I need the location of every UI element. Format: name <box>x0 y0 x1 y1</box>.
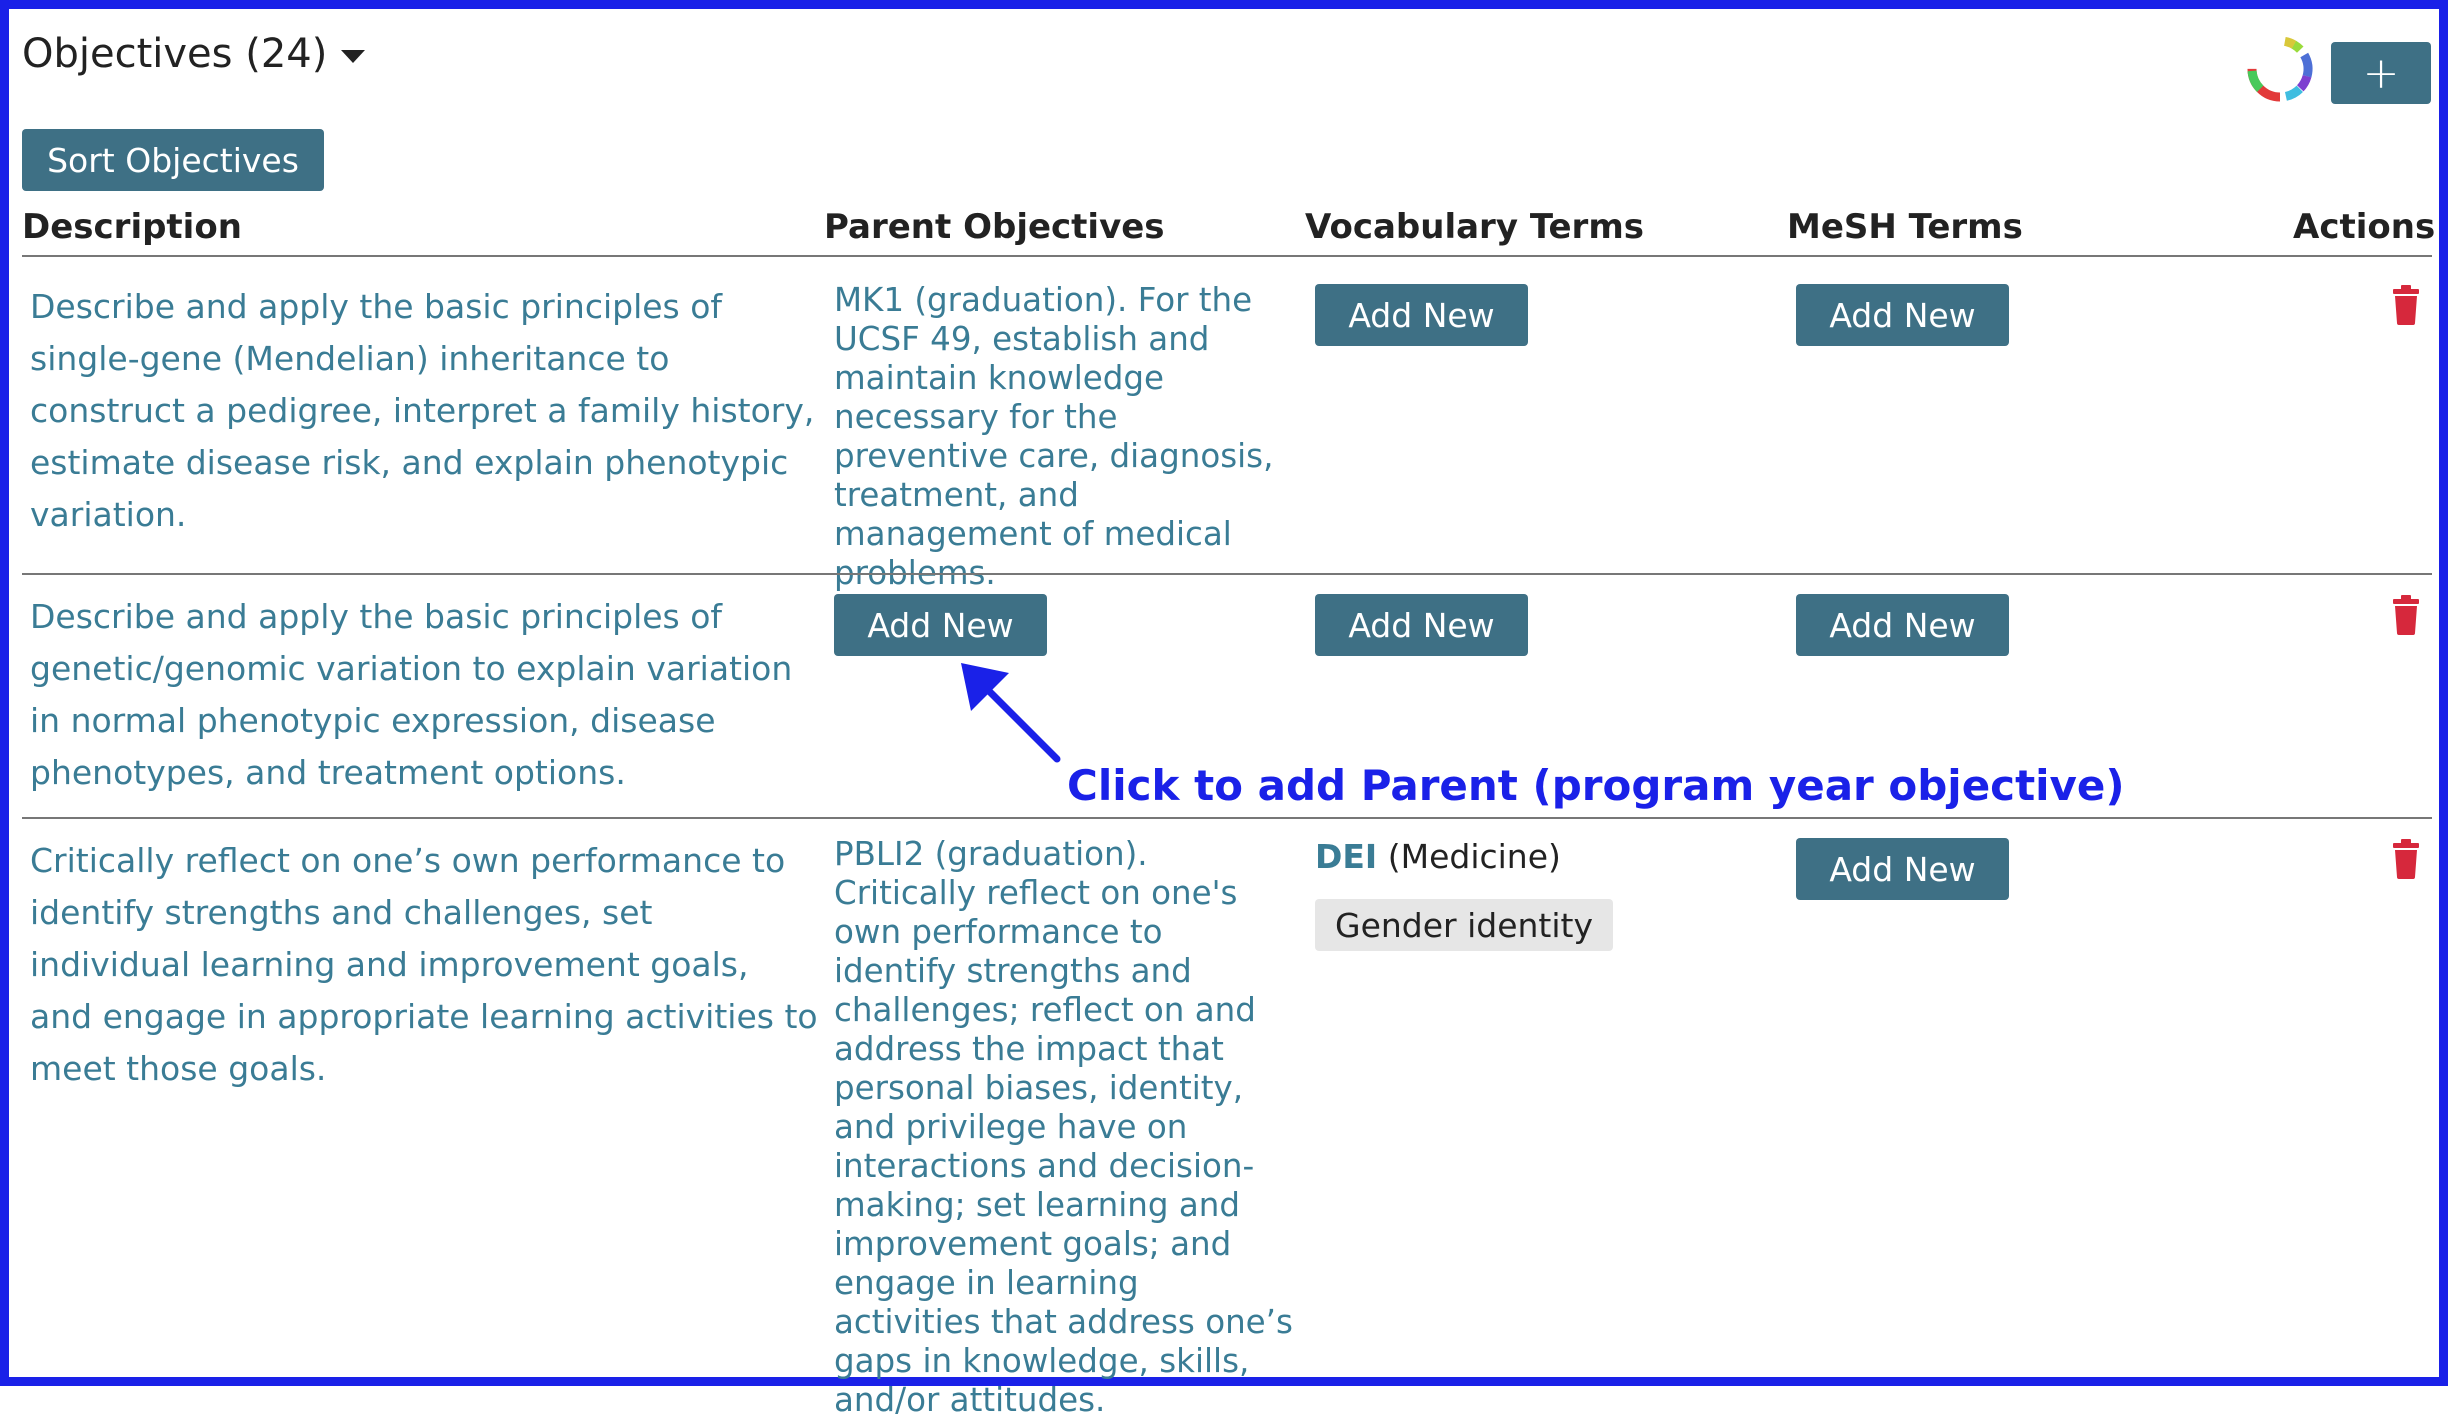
objectives-title: Objectives (24) <box>22 31 328 77</box>
trash-icon[interactable] <box>2391 595 2421 635</box>
trash-icon[interactable] <box>2391 285 2421 325</box>
screenshot-frame: Objectives (24) + Sort Objectives Descri… <box>0 0 2448 1419</box>
objectives-header[interactable]: Objectives (24) <box>22 31 366 77</box>
add-mesh-term-button[interactable]: Add New <box>1796 594 2009 656</box>
vocabulary-term-line: DEI (Medicine) <box>1315 837 1561 876</box>
objective-description[interactable]: Critically reflect on one’s own performa… <box>30 835 820 1095</box>
donut-progress-icon <box>2247 36 2313 102</box>
column-header-mesh-terms: MeSH Terms <box>1787 207 2023 247</box>
column-header-actions: Actions <box>2293 207 2436 247</box>
add-vocabulary-term-button[interactable]: Add New <box>1315 594 1528 656</box>
annotation-arrow-icon <box>961 663 1061 763</box>
vocabulary-term-pill[interactable]: Gender identity <box>1315 899 1614 951</box>
row-divider <box>22 817 2432 819</box>
add-mesh-term-button[interactable]: Add New <box>1796 284 2009 346</box>
sort-objectives-button[interactable]: Sort Objectives <box>22 129 324 191</box>
header-divider <box>22 255 2432 257</box>
objective-description[interactable]: Describe and apply the basic principles … <box>30 281 820 541</box>
vocabulary-code-link[interactable]: DEI <box>1315 837 1377 876</box>
column-header-description: Description <box>22 207 242 247</box>
add-parent-objective-button[interactable]: Add New <box>834 594 1047 656</box>
annotation-callout: Click to add Parent (program year object… <box>1067 761 2125 810</box>
row-divider <box>22 573 2432 575</box>
objective-description[interactable]: Describe and apply the basic principles … <box>30 591 820 799</box>
caret-down-icon[interactable] <box>341 49 366 63</box>
column-header-vocabulary-terms: Vocabulary Terms <box>1305 207 1644 247</box>
add-vocabulary-term-button[interactable]: Add New <box>1315 284 1528 346</box>
trash-icon[interactable] <box>2391 839 2421 879</box>
parent-objective-link[interactable]: PBLI2 (graduation). Critically reflect o… <box>834 835 1294 1420</box>
vocabulary-name: (Medicine) <box>1387 837 1561 876</box>
add-mesh-term-button[interactable]: Add New <box>1796 838 2009 900</box>
parent-objective-link[interactable]: MK1 (graduation). For the UCSF 49, estab… <box>834 281 1294 593</box>
column-header-parent-objectives: Parent Objectives <box>824 207 1165 247</box>
add-objective-button[interactable]: + <box>2331 42 2431 104</box>
